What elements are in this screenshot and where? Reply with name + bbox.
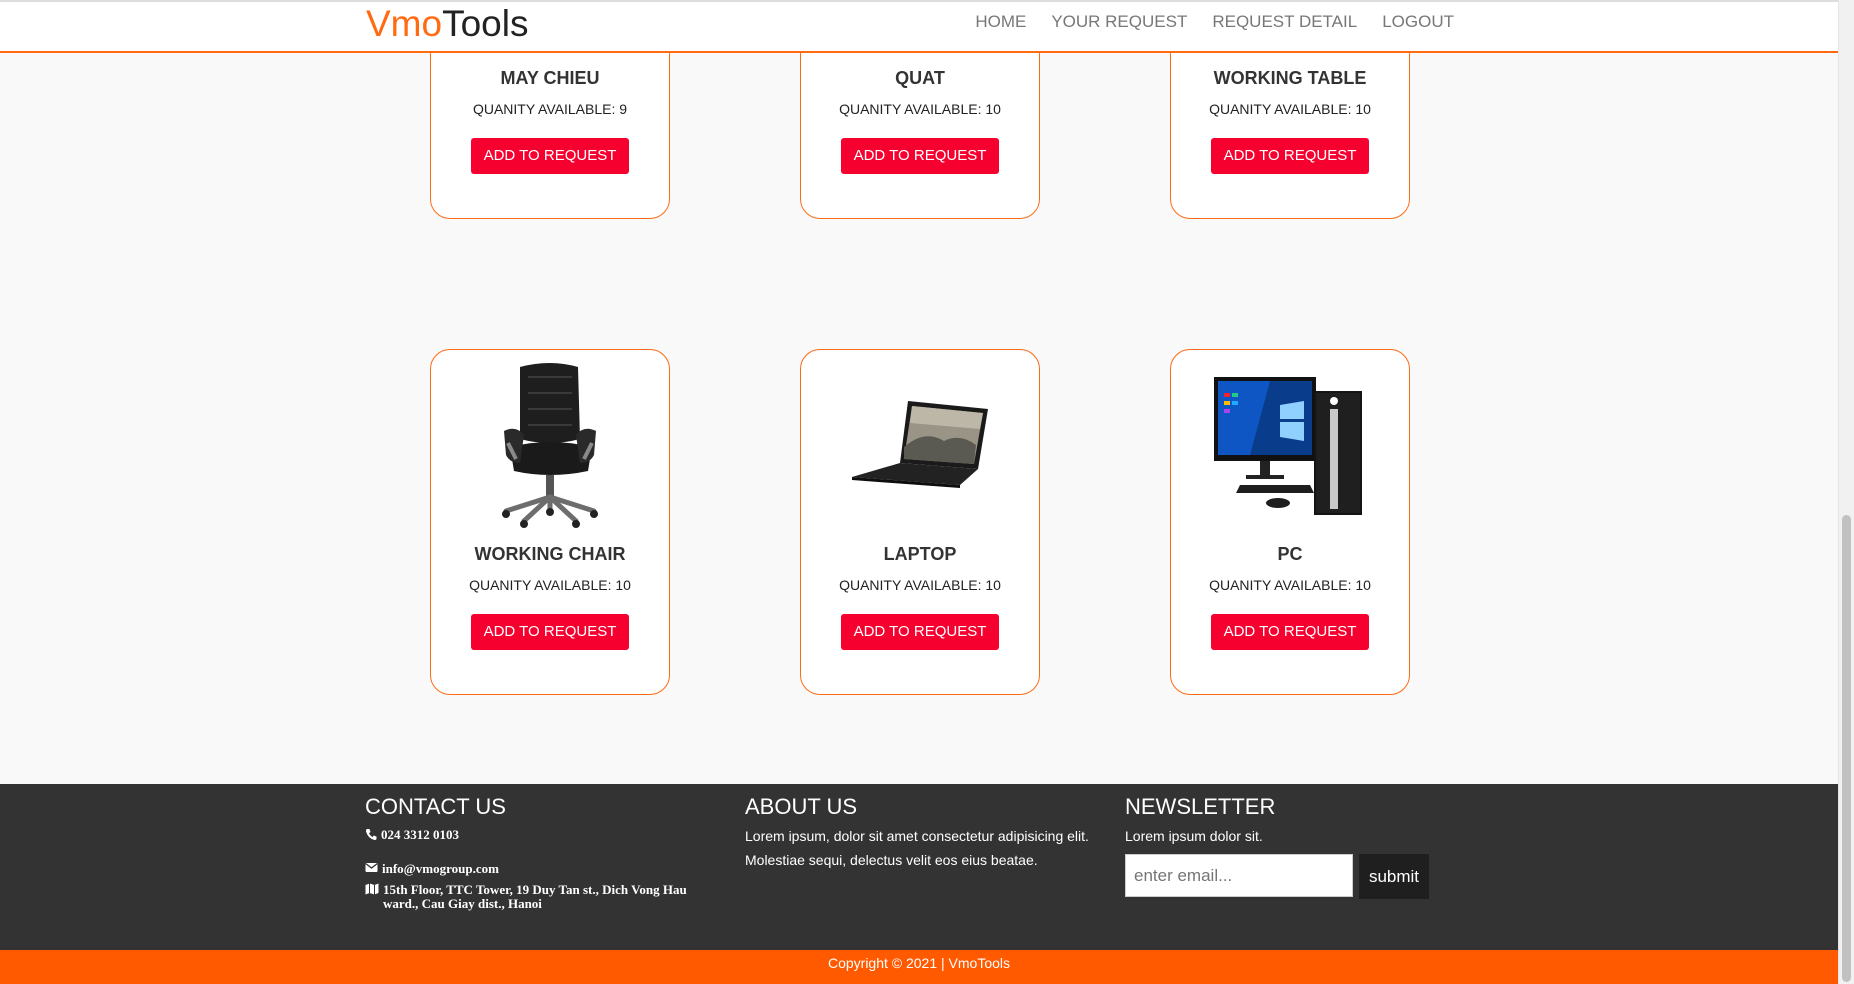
- contact-address-text: 15th Floor, TTC Tower, 19 Duy Tan st., D…: [383, 882, 687, 911]
- footer-about: ABOUT US Lorem ipsum, dolor sit amet con…: [745, 794, 1105, 872]
- desktop-pc-icon: [1210, 369, 1370, 519]
- product-title: QUAT: [895, 68, 945, 88]
- product-title: MAY CHIEU: [500, 68, 600, 88]
- envelope-icon: [365, 862, 378, 876]
- copyright-bar: Copyright © 2021 | VmoTools: [0, 950, 1838, 984]
- add-to-request-button[interactable]: ADD TO REQUEST: [1210, 138, 1370, 174]
- map-icon: [365, 883, 379, 911]
- contact-address: 15th Floor, TTC Tower, 19 Duy Tan st., D…: [365, 883, 725, 911]
- product-quantity: QUANITY AVAILABLE: 9: [472, 101, 628, 117]
- product-title: PC: [1277, 544, 1303, 564]
- add-to-request-button[interactable]: ADD TO REQUEST: [840, 138, 1000, 174]
- about-text: Lorem ipsum, dolor sit amet consectetur …: [745, 828, 1089, 868]
- scrollbar-thumb[interactable]: [1842, 515, 1851, 982]
- product-quantity: QUANITY AVAILABLE: 10: [839, 101, 1001, 117]
- contact-email: info@vmogroup.com: [365, 862, 725, 876]
- add-to-request-button[interactable]: ADD TO REQUEST: [1210, 614, 1370, 650]
- product-image: [801, 358, 1039, 530]
- newsletter-submit-button[interactable]: submit: [1359, 854, 1429, 899]
- product-title: WORKING CHAIR: [474, 544, 626, 564]
- footer-newsletter: NEWSLETTER Lorem ipsum dolor sit. submit: [1125, 794, 1445, 899]
- product-quantity: QUANITY AVAILABLE: 10: [1209, 101, 1371, 117]
- product-quantity: QUANITY AVAILABLE: 10: [1209, 577, 1371, 593]
- product-image: [1171, 358, 1409, 530]
- nav-home[interactable]: HOME: [975, 12, 1026, 32]
- nav-logout[interactable]: LOGOUT: [1382, 12, 1454, 32]
- navbar: VmoTools HOME YOUR REQUEST REQUEST DETAI…: [0, 0, 1838, 53]
- product-title: LAPTOP: [883, 544, 957, 564]
- vertical-scrollbar[interactable]: [1838, 0, 1854, 984]
- add-to-request-button[interactable]: ADD TO REQUEST: [840, 614, 1000, 650]
- product-quantity: QUANITY AVAILABLE: 10: [469, 577, 631, 593]
- product-title: WORKING TABLE: [1213, 68, 1367, 88]
- product-image: [431, 358, 669, 530]
- phone-icon: [365, 828, 377, 842]
- contact-email-text[interactable]: info@vmogroup.com: [382, 862, 499, 876]
- newsletter-heading: NEWSLETTER: [1125, 794, 1276, 819]
- nav-menu: HOME YOUR REQUEST REQUEST DETAIL LOGOUT: [975, 12, 1454, 32]
- brand-logo[interactable]: VmoTools: [366, 4, 528, 44]
- contact-phone: 024 3312 0103: [365, 828, 725, 842]
- product-card-working-chair: WORKING CHAIR QUANITY AVAILABLE: 10 ADD …: [430, 349, 670, 695]
- product-card-laptop: LAPTOP QUANITY AVAILABLE: 10 ADD TO REQU…: [800, 349, 1040, 695]
- product-quantity: QUANITY AVAILABLE: 10: [839, 577, 1001, 593]
- newsletter-email-input[interactable]: [1125, 854, 1353, 897]
- footer: CONTACT US 024 3312 0103 info@vmogroup.c…: [0, 784, 1838, 950]
- add-to-request-button[interactable]: ADD TO REQUEST: [470, 138, 630, 174]
- contact-heading: CONTACT US: [365, 794, 506, 819]
- nav-request-detail[interactable]: REQUEST DETAIL: [1212, 12, 1357, 32]
- nav-your-request[interactable]: YOUR REQUEST: [1051, 12, 1187, 32]
- office-chair-icon: [480, 359, 620, 529]
- brand-part-tools: Tools: [442, 3, 529, 44]
- contact-phone-text: 024 3312 0103: [381, 827, 459, 842]
- brand-part-vmo: Vmo: [366, 3, 443, 44]
- footer-contact: CONTACT US 024 3312 0103 info@vmogroup.c…: [365, 794, 725, 911]
- copyright-text: Copyright © 2021 | VmoTools: [827, 955, 1011, 971]
- add-to-request-button[interactable]: ADD TO REQUEST: [470, 614, 630, 650]
- page: VmoTools HOME YOUR REQUEST REQUEST DETAI…: [0, 0, 1854, 984]
- newsletter-text: Lorem ipsum dolor sit.: [1125, 828, 1263, 844]
- about-heading: ABOUT US: [745, 794, 858, 819]
- newsletter-form: submit: [1125, 854, 1445, 899]
- product-card-pc: PC QUANITY AVAILABLE: 10 ADD TO REQUEST: [1170, 349, 1410, 695]
- laptop-icon: [850, 389, 990, 499]
